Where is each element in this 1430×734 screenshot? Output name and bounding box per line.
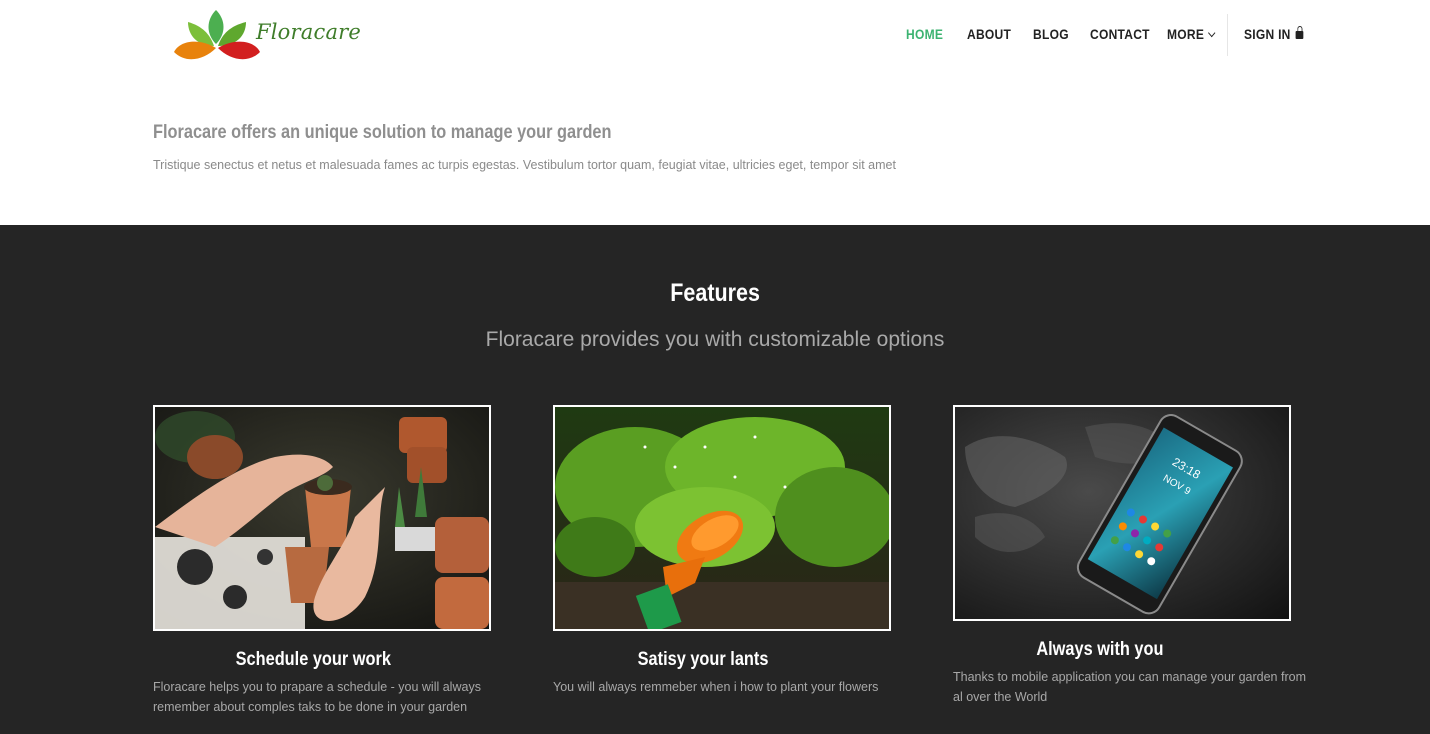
feature-title-plants: Satisy your lants xyxy=(553,649,853,671)
feature-image-schedule xyxy=(153,405,491,631)
lock-icon xyxy=(1295,26,1304,39)
intro-text: Tristique senectus et netus et malesuada… xyxy=(153,158,896,172)
features-section: Features Floracare provides you with cus… xyxy=(0,225,1430,734)
feature-text-plants: You will always remmeber when i how to p… xyxy=(553,680,879,694)
features-title-text: Features xyxy=(670,279,760,307)
feature-title-plants-text: Satisy your lants xyxy=(637,649,769,670)
chevron-down-icon xyxy=(1208,28,1216,38)
features-title: Features xyxy=(0,279,1430,308)
brand-name: Floracare xyxy=(256,20,362,44)
feature-text-schedule: Floracare helps you to prapare a schedul… xyxy=(153,680,481,714)
nav-about[interactable]: ABOUT xyxy=(967,26,1011,42)
feature-title-mobile-text: Always with you xyxy=(1036,639,1164,660)
nav-contact[interactable]: CONTACT xyxy=(1090,26,1150,42)
features-subtitle: Floracare provides you with customizable… xyxy=(485,328,945,351)
brand-logo[interactable]: Floracare xyxy=(170,4,361,68)
nav-more-label: MORE xyxy=(1167,26,1205,42)
nav-signin[interactable]: SIGN IN xyxy=(1244,26,1304,42)
feature-image-mobile: 23:18 NOV 9 xyxy=(953,405,1291,621)
feature-image-plants xyxy=(553,405,891,631)
feature-title-schedule-text: Schedule your work xyxy=(235,649,392,670)
hands-potting-plant-photo xyxy=(155,407,489,629)
nav-home[interactable]: HOME xyxy=(906,26,943,42)
smartphone-on-map-photo: 23:18 NOV 9 xyxy=(955,407,1289,619)
intro-title: Floracare offers an unique solution to m… xyxy=(153,122,612,143)
nav-blog[interactable]: BLOG xyxy=(1033,26,1069,42)
feature-title-schedule: Schedule your work xyxy=(153,649,474,671)
nav-divider xyxy=(1227,14,1228,56)
nav-more[interactable]: MORE xyxy=(1167,26,1216,42)
site-header: Floracare HOME ABOUT BLOG CONTACT MORE S… xyxy=(0,0,1430,80)
watering-can-plants-photo xyxy=(555,407,889,629)
nav-signin-label: SIGN IN xyxy=(1244,26,1291,42)
feature-title-mobile: Always with you xyxy=(953,639,1247,661)
feature-text-mobile: Thanks to mobile application you can man… xyxy=(953,670,1306,704)
lotus-logo-icon xyxy=(174,10,260,60)
